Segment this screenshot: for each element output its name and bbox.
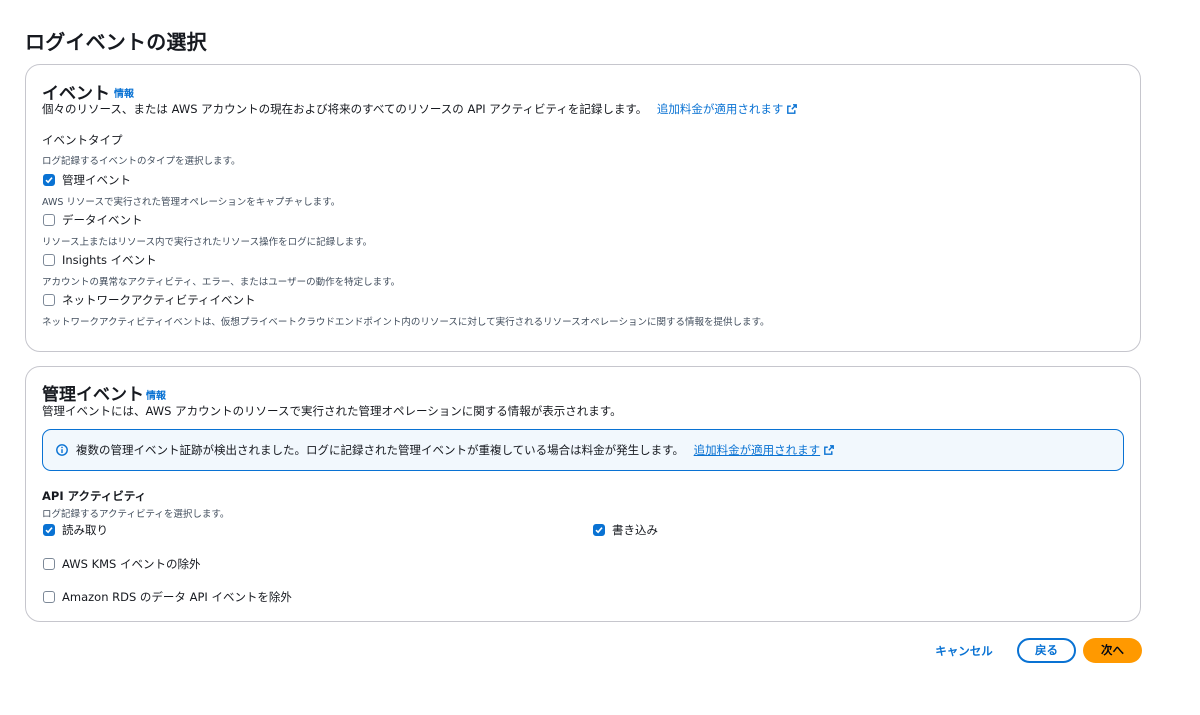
checkmark-icon bbox=[595, 527, 603, 534]
api-activity-help: ログ記録するアクティビティを選択します。 bbox=[42, 509, 230, 520]
insights-events-label[interactable]: Insights イベント bbox=[62, 252, 157, 268]
read-label[interactable]: 読み取り bbox=[62, 522, 108, 538]
write-checkbox[interactable] bbox=[593, 524, 605, 536]
exclude-rds-data-api-label[interactable]: Amazon RDS のデータ API イベントを除外 bbox=[62, 589, 292, 605]
alert-pricing-link[interactable]: 追加料金が適用されます bbox=[694, 443, 835, 457]
events-description: 個々のリソース、または AWS アカウントの現在および将来のすべてのリソースの … bbox=[42, 101, 798, 117]
event-type-help: ログ記録するイベントのタイプを選択します。 bbox=[42, 156, 241, 167]
insights-events-help: アカウントの異常なアクティビティ、エラー、またはユーザーの動作を特定します。 bbox=[42, 277, 401, 288]
network-activity-events-checkbox[interactable] bbox=[43, 294, 55, 306]
info-icon bbox=[56, 444, 68, 456]
events-pricing-link[interactable]: 追加料金が適用されます bbox=[657, 102, 798, 116]
data-events-help: リソース上またはリソース内で実行されたリソース操作をログに記録します。 bbox=[42, 237, 373, 248]
alert-pricing-link-label: 追加料金が適用されます bbox=[693, 443, 821, 457]
mgmt-section-title: 管理イベント bbox=[42, 385, 144, 405]
write-label[interactable]: 書き込み bbox=[612, 522, 658, 538]
data-events-checkbox[interactable] bbox=[43, 214, 55, 226]
data-events-label[interactable]: データイベント bbox=[62, 212, 143, 228]
mgmt-description: 管理イベントには、AWS アカウントのリソースで実行された管理オペレーションに関… bbox=[42, 404, 622, 418]
external-link-icon bbox=[787, 104, 798, 114]
events-info-link[interactable]: 情報 bbox=[114, 85, 134, 100]
alert-text: 複数の管理イベント証跡が検出されました。ログに記録された管理イベントが重複してい… bbox=[76, 443, 684, 457]
network-activity-events-label[interactable]: ネットワークアクティビティイベント bbox=[62, 292, 256, 308]
external-link-icon bbox=[824, 445, 835, 455]
management-events-card: 管理イベント 情報 管理イベントには、AWS アカウントのリソースで実行された管… bbox=[25, 366, 1141, 622]
exclude-kms-events-checkbox[interactable] bbox=[43, 558, 55, 570]
exclude-kms-events-label[interactable]: AWS KMS イベントの除外 bbox=[62, 556, 200, 572]
network-activity-events-help: ネットワークアクティビティイベントは、仮想プライベートクラウドエンドポイント内の… bbox=[42, 317, 770, 328]
event-type-label: イベントタイプ bbox=[42, 133, 123, 147]
duplicate-trail-alert: 複数の管理イベント証跡が検出されました。ログに記録された管理イベントが重複してい… bbox=[42, 429, 1124, 471]
api-activity-label: API アクティビティ bbox=[42, 489, 147, 503]
mgmt-info-link[interactable]: 情報 bbox=[146, 387, 166, 402]
events-card: イベント 情報 個々のリソース、または AWS アカウントの現在および将来のすべ… bbox=[25, 64, 1141, 352]
checkmark-icon bbox=[45, 177, 53, 184]
management-events-help: AWS リソースで実行された管理オペレーションをキャプチャします。 bbox=[42, 197, 341, 208]
page-title: ログイベントの選択 bbox=[25, 30, 207, 54]
back-button[interactable]: 戻る bbox=[1017, 638, 1076, 663]
read-checkbox[interactable] bbox=[43, 524, 55, 536]
exclude-rds-data-api-checkbox[interactable] bbox=[43, 591, 55, 603]
cancel-button[interactable]: キャンセル bbox=[930, 641, 998, 661]
events-pricing-link-label: 追加料金が適用されます bbox=[656, 102, 784, 116]
events-description-text: 個々のリソース、または AWS アカウントの現在および将来のすべてのリソースの … bbox=[42, 102, 648, 116]
alert-message: 複数の管理イベント証跡が検出されました。ログに記録された管理イベントが重複してい… bbox=[76, 442, 835, 458]
management-events-checkbox[interactable] bbox=[43, 174, 55, 186]
checkmark-icon bbox=[45, 527, 53, 534]
management-events-label[interactable]: 管理イベント bbox=[62, 172, 131, 188]
insights-events-checkbox[interactable] bbox=[43, 254, 55, 266]
next-button[interactable]: 次へ bbox=[1083, 638, 1142, 663]
